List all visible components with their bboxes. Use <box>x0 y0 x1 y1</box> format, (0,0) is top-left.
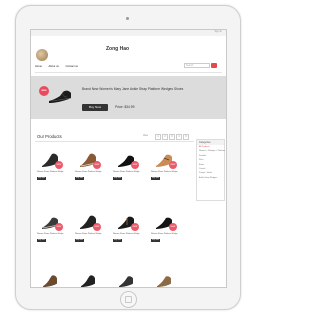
store-name: Zong Hao <box>106 46 130 52</box>
product-name[interactable]: Women Shoes Platform Wedge <box>151 171 179 173</box>
product-card[interactable]: NEW Women Shoes Platform Wedge Buy Now <box>151 214 181 252</box>
new-badge: NEW <box>169 223 177 231</box>
page-link[interactable]: 5 <box>183 134 189 140</box>
buy-now-button[interactable]: Buy Now <box>37 239 46 242</box>
product-name[interactable]: Women Shoes Platform Wedge <box>75 171 103 173</box>
new-badge: NEW <box>55 161 63 169</box>
buy-now-button[interactable]: Buy Now <box>113 177 122 180</box>
product-name[interactable]: Women Shoes Platform Wedge <box>37 233 65 235</box>
product-name[interactable]: Women Shoes Platform Wedge <box>113 233 141 235</box>
product-name[interactable]: Women Shoes Platform Wedge <box>113 171 141 173</box>
new-badge: NEW <box>169 161 177 169</box>
buy-now-button[interactable]: Buy Now <box>37 177 46 180</box>
featured-new-badge: NEW <box>39 86 49 96</box>
products-title: Our Products <box>37 134 62 139</box>
featured-buy-now-button[interactable]: Buy Now <box>82 104 108 111</box>
featured-shoe-image[interactable] <box>47 88 73 104</box>
product-shoe-image[interactable] <box>115 274 137 288</box>
products-divider <box>35 141 194 142</box>
nav-home[interactable]: Home <box>35 65 42 68</box>
page-link[interactable]: 2 <box>162 134 168 140</box>
page-link[interactable]: 4 <box>176 134 182 140</box>
product-card[interactable]: NEW Women Shoes Platform Wedge Buy Now <box>113 214 143 252</box>
page-link[interactable]: 1 <box>155 134 161 140</box>
pagination: 12345 <box>155 134 190 140</box>
new-badge: NEW <box>93 223 101 231</box>
camera-icon <box>126 17 129 20</box>
new-badge: NEW <box>55 223 63 231</box>
product-card[interactable]: NEW Women Shoes Platform Wedge Buy Now <box>151 152 181 190</box>
store-logo[interactable] <box>36 49 48 61</box>
home-button[interactable] <box>120 291 137 308</box>
header-divider <box>35 72 222 73</box>
sidebar-item[interactable]: Ankle Strap Wedges <box>197 176 224 180</box>
category-sidebar: Categories All Products Women > Wedges >… <box>196 139 225 201</box>
buy-now-button[interactable]: Buy Now <box>151 177 160 180</box>
product-card[interactable]: NEW Women Shoes Platform Wedge Buy Now <box>37 214 67 252</box>
top-bar: Sign In <box>31 30 226 36</box>
tablet-screen: Sign In Zong Hao Home About us Contact u… <box>30 29 227 288</box>
product-card[interactable]: NEW Women Shoes Platform Wedge Buy Now <box>75 152 105 190</box>
product-card[interactable]: NEW Women Shoes Platform Wedge Buy Now <box>75 214 105 252</box>
new-badge: NEW <box>131 161 139 169</box>
product-card[interactable]: NEW Women Shoes Platform Wedge Buy Now <box>113 152 143 190</box>
page-link[interactable]: 3 <box>169 134 175 140</box>
view-label: View <box>143 135 148 137</box>
buy-now-button[interactable]: Buy Now <box>75 239 84 242</box>
featured-title[interactable]: Brand New Women's Mary Jane Ankle Strap … <box>82 87 187 91</box>
new-badge: NEW <box>93 161 101 169</box>
nav-about-us[interactable]: About us <box>49 65 59 68</box>
buy-now-button[interactable]: Buy Now <box>151 239 160 242</box>
search-input[interactable]: Search <box>184 63 210 68</box>
featured-price: Price: $34.99 <box>115 105 135 109</box>
nav-contact-us[interactable]: Contact us <box>65 65 77 68</box>
buy-now-button[interactable]: Buy Now <box>75 177 84 180</box>
main-nav: Home About us Contact us <box>35 65 84 68</box>
product-shoe-image[interactable] <box>77 274 99 288</box>
product-name[interactable]: Women Shoes Platform Wedge <box>75 233 103 235</box>
product-name[interactable]: Women Shoes Platform Wedge <box>151 233 179 235</box>
sign-in-link[interactable]: Sign In <box>215 30 222 33</box>
buy-now-button[interactable]: Buy Now <box>113 239 122 242</box>
product-name[interactable]: Women Shoes Platform Wedge <box>37 171 65 173</box>
product-shoe-image[interactable] <box>153 274 175 288</box>
tablet-frame: Sign In Zong Hao Home About us Contact u… <box>15 5 241 310</box>
product-shoe-image[interactable] <box>39 274 61 288</box>
search-button[interactable] <box>211 63 217 68</box>
home-square-icon <box>125 296 132 303</box>
new-badge: NEW <box>131 223 139 231</box>
product-card[interactable]: NEW Women Shoes Platform Wedge Buy Now <box>37 152 67 190</box>
